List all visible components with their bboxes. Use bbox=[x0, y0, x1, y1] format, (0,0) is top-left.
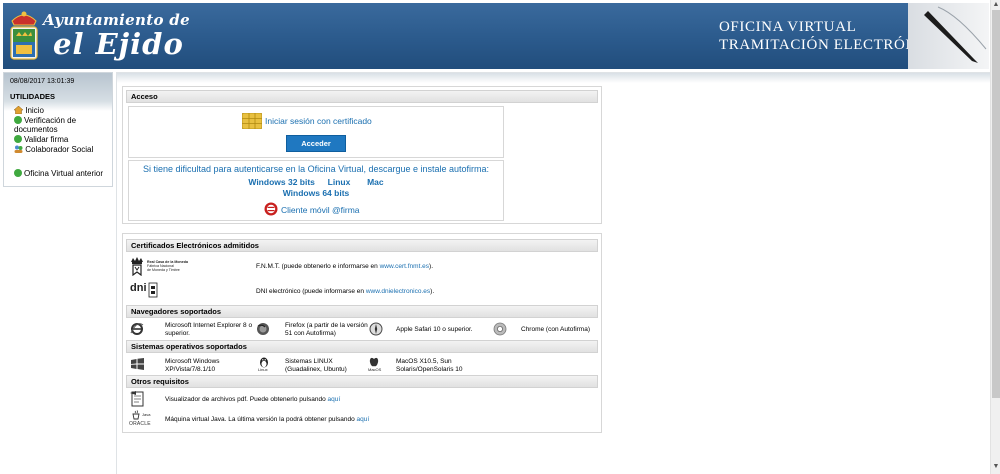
main-content: Acceso Iniciar sesión con certificado Ac… bbox=[116, 72, 990, 474]
sidebar-item-label: Oficina Virtual anterior bbox=[24, 169, 103, 178]
download-mac-link[interactable]: Mac bbox=[367, 177, 384, 187]
dni-logo: dni bbox=[130, 282, 160, 300]
chrome-icon bbox=[493, 322, 507, 336]
java-requirement: Máquina virtual Java. La última versión … bbox=[165, 416, 369, 424]
fnmt-description: F.N.M.T. (puede obtenerlo e informarse e… bbox=[256, 263, 433, 271]
fnmt-logo-line3: de Moneda y Timbre bbox=[147, 268, 180, 273]
browser-ie-text: Microsoft Internet Explorer 8 o superior… bbox=[165, 322, 253, 337]
safari-icon bbox=[369, 322, 383, 336]
other-section-title: Otros requisitos bbox=[126, 375, 598, 388]
os-linux-text: Sistemas LINUX (Guadalinex, Ubuntu) bbox=[285, 358, 347, 373]
access-panel: Acceso Iniciar sesión con certificado Ac… bbox=[122, 86, 602, 224]
login-certificate-link[interactable]: Iniciar sesión con certificado bbox=[265, 116, 372, 126]
dni-suffix: ). bbox=[430, 288, 435, 295]
globe-icon bbox=[14, 169, 22, 177]
java-logo-text: Java bbox=[142, 412, 151, 417]
access-section-title: Acceso bbox=[126, 90, 598, 103]
os-windows-text: Microsoft Windows XP/Vista/7/8.1/10 bbox=[165, 358, 220, 373]
fnmt-text: F.N.M.T. (puede obtenerlo e informarse e… bbox=[256, 263, 380, 270]
sidebar-item-label: Validar firma bbox=[24, 135, 69, 144]
home-icon bbox=[13, 105, 24, 115]
users-icon bbox=[14, 145, 23, 153]
check-icon bbox=[14, 135, 22, 143]
pdf-icon bbox=[130, 391, 144, 407]
sidebar-item-oficina-anterior[interactable]: Oficina Virtual anterior bbox=[14, 169, 103, 178]
fnmt-logo: Real Casa de la Moneda Fábrica Nacional … bbox=[130, 256, 200, 278]
browser-firefox-text: Firefox (a partir de la versión 51 con A… bbox=[285, 322, 368, 337]
fnmt-link[interactable]: www.cert.fnmt.es bbox=[380, 263, 429, 270]
dni-logo-text: dni bbox=[130, 282, 147, 294]
certificates-section-title: Certificados Electrónicos admitidos bbox=[126, 239, 598, 252]
dni-text: DNI electrónico (puede informarse en bbox=[256, 288, 366, 295]
autofirma-help-text: Si tiene dificultad para autenticarse en… bbox=[142, 164, 490, 174]
session-datetime: 08/08/2017 13:01:39 bbox=[10, 78, 75, 85]
windows-icon bbox=[131, 358, 144, 370]
os-mac-text: MacOS X10.5, Sun Solaris/OpenSolaris 10 bbox=[396, 358, 463, 373]
afirma-mobile-icon bbox=[264, 202, 278, 216]
scrollbar-thumb[interactable] bbox=[992, 10, 1000, 398]
certificate-chip-icon bbox=[242, 113, 262, 129]
autofirma-box: Si tiene dificultad para autenticarse en… bbox=[128, 160, 504, 221]
linux-logo-text: Linux bbox=[258, 367, 268, 372]
sidebar-item-validar-firma[interactable]: Validar firma bbox=[14, 135, 68, 144]
sidebar-title: UTILIDADES bbox=[10, 92, 55, 101]
sidebar: 08/08/2017 13:01:39 UTILIDADES Inicio Ve… bbox=[3, 72, 113, 187]
sidebar-item-verificacion[interactable]: Verificación de documentos bbox=[14, 116, 109, 134]
browser-chrome-text: Chrome (con Autofirma) bbox=[521, 326, 590, 333]
office-title: OFICINA VIRTUAL bbox=[719, 19, 857, 35]
java-text: Máquina virtual Java. La última versión … bbox=[165, 416, 357, 423]
java-download-link[interactable]: aquí bbox=[357, 416, 370, 423]
java-cup-icon bbox=[132, 410, 140, 420]
sidebar-item-label: Inicio bbox=[25, 106, 44, 115]
sidebar-item-colaborador-social[interactable]: Colaborador Social bbox=[14, 145, 93, 154]
requirements-panel: Certificados Electrónicos admitidos Real… bbox=[122, 233, 602, 433]
download-linux-link[interactable]: Linux bbox=[328, 177, 351, 187]
macos-logo: MacOS bbox=[368, 355, 386, 373]
acceder-button[interactable]: Acceder bbox=[286, 135, 346, 152]
sidebar-item-label: Verificación de documentos bbox=[14, 116, 77, 134]
login-box: Iniciar sesión con certificado Acceder bbox=[128, 106, 504, 158]
town-name-line2: el Ejido bbox=[53, 27, 184, 61]
pdf-text: Visualizador de archivos pdf. Puede obte… bbox=[165, 396, 328, 403]
coat-of-arms-icon bbox=[10, 11, 38, 60]
pen-decoration bbox=[908, 3, 989, 69]
browsers-section-title: Navegadores soportados bbox=[126, 305, 598, 318]
oracle-logo-text: ORACLE bbox=[129, 421, 151, 427]
fnmt-suffix: ). bbox=[429, 263, 434, 270]
pen-icon bbox=[924, 6, 987, 63]
dni-description: DNI electrónico (puede informarse en www… bbox=[256, 288, 434, 296]
crown-icon bbox=[131, 257, 143, 276]
pdf-requirement: Visualizador de archivos pdf. Puede obte… bbox=[165, 396, 340, 404]
browser-safari-text: Apple Safari 10 o superior. bbox=[396, 326, 473, 333]
scroll-down-icon[interactable]: ▼ bbox=[991, 462, 1000, 472]
macos-logo-text: MacOS bbox=[368, 367, 382, 372]
dni-chip-icon bbox=[148, 282, 158, 298]
vertical-scrollbar[interactable]: ▲ ▼ bbox=[990, 0, 1000, 474]
mobile-client-link[interactable]: Cliente móvil @firma bbox=[281, 205, 360, 215]
linux-logo: Linux bbox=[258, 355, 272, 373]
check-icon bbox=[14, 116, 22, 124]
java-logo: Java ORACLE bbox=[129, 410, 157, 428]
dni-link[interactable]: www.dnielectronico.es bbox=[366, 288, 430, 295]
site-header: Ayuntamiento de el Ejido OFICINA VIRTUAL… bbox=[3, 3, 989, 69]
internet-explorer-icon bbox=[130, 323, 144, 335]
download-windows32-link[interactable]: Windows 32 bits bbox=[248, 177, 315, 187]
pdf-download-link[interactable]: aquí bbox=[328, 396, 341, 403]
sidebar-item-label: Colaborador Social bbox=[25, 145, 94, 154]
firefox-icon bbox=[257, 323, 269, 335]
scroll-up-icon[interactable]: ▲ bbox=[991, 0, 1000, 10]
sidebar-item-inicio[interactable]: Inicio bbox=[13, 105, 44, 115]
os-section-title: Sistemas operativos soportados bbox=[126, 340, 598, 353]
download-windows64-link[interactable]: Windows 64 bits bbox=[283, 188, 350, 198]
